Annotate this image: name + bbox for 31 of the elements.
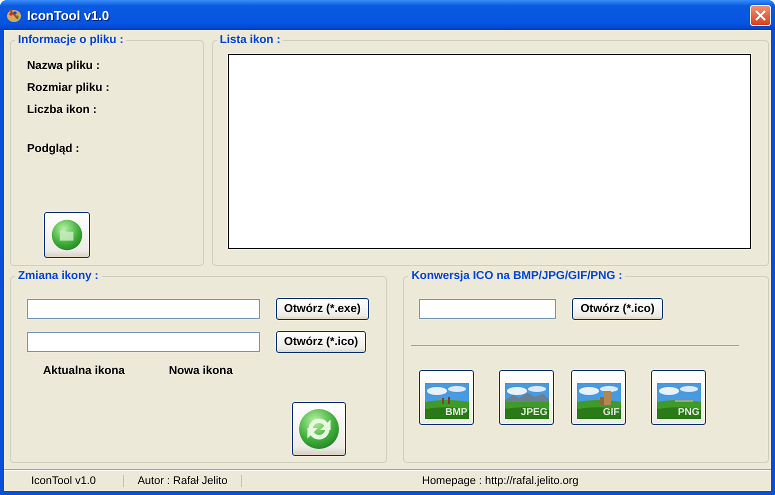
group-title: Lista ikon :	[218, 34, 282, 46]
open-file-button[interactable]	[44, 212, 90, 258]
path-field[interactable]	[419, 299, 556, 319]
icon-caption: Nowa ikona	[168, 365, 233, 377]
status-text: IconTool v1.0	[4, 475, 124, 487]
field-label: Rozmiar pliku :	[27, 82, 110, 94]
path-field[interactable]	[27, 299, 260, 319]
group-title: Informacje o pliku :	[17, 34, 124, 46]
palette-icon	[6, 7, 22, 23]
format-button[interactable]: PNG	[651, 370, 706, 425]
open-button[interactable]: Otwórz (*.ico)	[572, 298, 663, 320]
folder-icon	[51, 219, 83, 251]
status-text: Autor : Rafał Jelito	[124, 475, 242, 487]
close-icon	[755, 10, 766, 20]
path-field[interactable]	[27, 332, 260, 352]
open-button[interactable]: Otwórz (*.ico)	[276, 331, 366, 353]
open-button[interactable]: Otwórz (*.exe)	[276, 298, 369, 320]
format-button[interactable]: JPEG	[499, 370, 554, 425]
window-title: IconTool v1.0	[27, 8, 110, 22]
icon-caption: Aktualna ikona	[43, 365, 125, 377]
format-button[interactable]: GIF	[571, 370, 626, 425]
format-button[interactable]: BMP	[419, 370, 474, 425]
change-icon-button[interactable]	[292, 402, 346, 456]
refresh-icon	[298, 408, 340, 450]
close-button[interactable]	[750, 4, 771, 26]
field-label: Podgląd :	[27, 143, 80, 155]
group-title: Zmiana ikony :	[17, 270, 100, 282]
status-text: Homepage : http://rafal.jelito.org	[421, 475, 580, 487]
field-label: Nazwa pliku :	[27, 60, 101, 72]
group-title: Konwersja ICO na BMP/JPG/GIF/PNG :	[410, 270, 624, 282]
field-label: Liczba ikon :	[27, 104, 98, 116]
